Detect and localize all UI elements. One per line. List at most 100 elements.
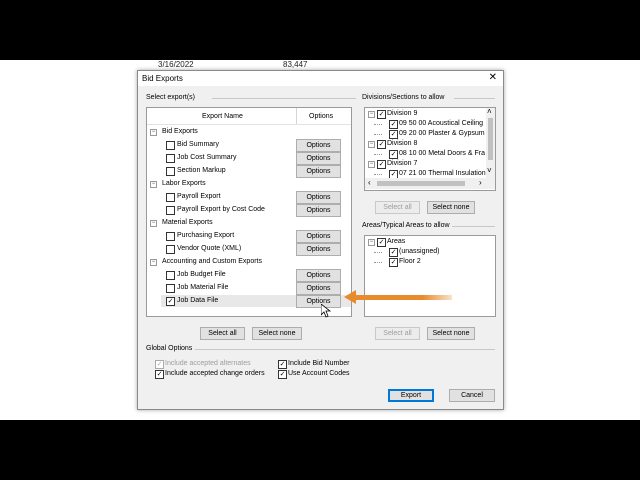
column-divider [296,108,297,125]
division-collapse-icon[interactable]: − [368,141,375,148]
area-label-areas: Areas [387,238,406,245]
divisions-select-all-button[interactable]: Select all [375,201,420,214]
group-collapse-icon[interactable]: − [150,259,157,266]
division-label-07-21-00-thermal-insulation: 07 21 00 Thermal Insulation [399,170,486,177]
divisions-select-none-button[interactable]: Select none [427,201,475,214]
column-header-options: Options [309,113,334,120]
export-label-section-markup: Section Markup [177,167,226,174]
group-collapse-icon[interactable]: − [150,220,157,227]
areas-rule [452,226,495,227]
division-checkbox-08-10-00-metal-doors-fra[interactable] [389,150,398,159]
group-collapse-icon[interactable]: − [150,129,157,136]
exports-select-all-button[interactable]: Select all [200,327,245,340]
export-label-bid-summary: Bid Summary [177,141,220,148]
division-checkbox-09-50-00-acoustical-ceiling[interactable] [389,120,398,129]
export-checkbox-section-markup[interactable] [166,167,175,176]
division-collapse-icon[interactable]: − [368,111,375,118]
options-button-job-budget-file[interactable]: Options [296,269,341,282]
divisions-hscroll-thumb[interactable] [377,181,465,186]
options-button-vendor-quote-xml[interactable]: Options [296,243,341,256]
division-tree-connector [374,124,382,125]
group-label-accounting-and-custom-exports: Accounting and Custom Exports [162,258,262,265]
options-button-bid-summary[interactable]: Options [296,139,341,152]
dialog-title: Bid Exports [142,74,183,83]
export-checkbox-job-cost-summary[interactable] [166,154,175,163]
select-exports-rule [212,98,356,99]
close-icon[interactable]: ✕ [489,72,497,84]
area-checkbox-floor-2[interactable] [389,258,398,267]
export-checkbox-job-data-file[interactable] [166,297,175,306]
divisions-horizontal-scrollbar[interactable]: ‹ › [365,178,495,189]
options-button-payroll-export[interactable]: Options [296,191,341,204]
export-label-payroll-export-by-cost-code: Payroll Export by Cost Code [177,206,265,213]
area-tree-connector [374,262,382,263]
scroll-right-icon[interactable]: › [479,178,482,187]
options-button-job-cost-summary[interactable]: Options [296,152,341,165]
scroll-up-icon[interactable]: ˄ [487,108,492,116]
area-checkbox-unassigned[interactable] [389,248,398,257]
global-options-rule [195,349,495,350]
options-button-section-markup[interactable]: Options [296,165,341,178]
division-label-division-8: Division 8 [387,140,418,147]
export-button[interactable]: Export [388,389,434,402]
division-label-09-50-00-acoustical-ceiling: 09 50 00 Acoustical Ceiling [399,120,484,127]
export-label-job-data-file: Job Data File [177,297,219,304]
export-checkbox-vendor-quote-xml[interactable] [166,245,175,254]
division-label-09-20-00-plaster-gypsum: 09 20 00 Plaster & Gypsum [399,130,485,137]
export-label-job-budget-file: Job Budget File [177,271,226,278]
options-button-job-material-file[interactable]: Options [296,282,341,295]
include-bid-number-label: Include Bid Number [288,360,350,367]
area-label-floor-2: Floor 2 [399,258,421,265]
export-label-payroll-export: Payroll Export [177,193,221,200]
select-exports-label: Select export(s) [146,94,196,101]
cancel-button[interactable]: Cancel [449,389,495,402]
division-checkbox-division-9[interactable] [377,110,386,119]
areas-select-all-button[interactable]: Select all [375,327,420,340]
group-collapse-icon[interactable]: − [150,181,157,188]
export-label-vendor-quote-xml: Vendor Quote (XML) [177,245,242,252]
export-checkbox-job-material-file[interactable] [166,284,175,293]
header-divider [147,124,351,125]
dialog-titlebar: Bid Exports ✕ [138,71,503,86]
export-checkbox-payroll-export-by-cost-code[interactable] [166,206,175,215]
export-label-purchasing-export: Purchasing Export [177,232,235,239]
export-checkbox-job-budget-file[interactable] [166,271,175,280]
divisions-tree: − Division 9 09 50 00 Acoustical Ceiling 09… [364,107,496,191]
exports-select-none-button[interactable]: Select none [252,327,302,340]
options-button-job-data-file[interactable]: Options [296,295,341,308]
divisions-scroll-thumb[interactable] [488,118,493,160]
division-tree-connector [374,174,382,175]
division-tree-connector [374,154,382,155]
annotation-arrow [344,290,452,304]
scroll-down-icon[interactable]: ˅ [487,166,492,175]
divisions-vertical-scrollbar[interactable]: ˄ ˅ [486,108,495,178]
division-checkbox-division-8[interactable] [377,140,386,149]
options-button-purchasing-export[interactable]: Options [296,230,341,243]
column-header-export-name: Export Name [202,113,243,120]
include-accepted-change-orders-label: Include accepted change orders [165,370,265,377]
divisions-rule [454,98,495,99]
export-checkbox-payroll-export[interactable] [166,193,175,202]
export-checkbox-bid-summary[interactable] [166,141,175,150]
include-accepted-change-orders-checkbox[interactable] [155,370,164,379]
area-checkbox-areas[interactable] [377,238,386,247]
use-account-codes-checkbox[interactable] [278,370,287,379]
scroll-left-icon[interactable]: ‹ [368,178,371,187]
areas-label: Areas/Typical Areas to allow [362,222,450,229]
options-button-payroll-export-by-cost-code[interactable]: Options [296,204,341,217]
export-checkbox-purchasing-export[interactable] [166,232,175,241]
group-label-material-exports: Material Exports [162,219,213,226]
division-checkbox-division-7[interactable] [377,160,386,169]
areas-select-none-button[interactable]: Select none [427,327,475,340]
division-collapse-icon[interactable]: − [368,161,375,168]
include-accepted-alternates-checkbox[interactable] [155,360,164,369]
bid-exports-dialog: Bid Exports ✕ Select export(s) Export Na… [137,70,504,410]
use-account-codes-label: Use Account Codes [288,370,350,377]
areas-tree: − Areas (unassigned) Floor 2 [364,235,496,317]
group-label-bid-exports: Bid Exports [162,128,198,135]
export-label-job-cost-summary: Job Cost Summary [177,154,237,161]
export-label-job-material-file: Job Material File [177,284,229,291]
include-bid-number-checkbox[interactable] [278,360,287,369]
area-collapse-icon[interactable]: − [368,239,375,246]
division-checkbox-09-20-00-plaster-gypsum[interactable] [389,130,398,139]
